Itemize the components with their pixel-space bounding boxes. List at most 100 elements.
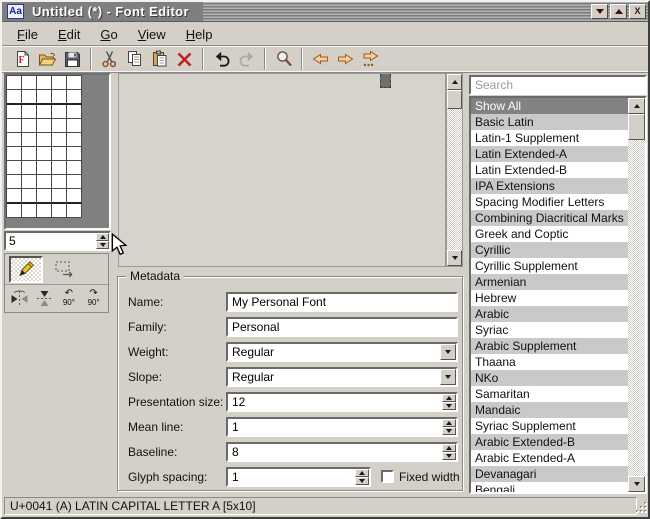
delete-button[interactable] [172, 47, 197, 71]
spin-down-button[interactable] [442, 452, 456, 460]
resize-grip[interactable] [636, 501, 648, 515]
spin-up-button[interactable] [442, 444, 456, 452]
block-list-item[interactable]: Mandaic [471, 402, 628, 418]
pencil-tool-button[interactable] [9, 256, 43, 283]
spin-down-button[interactable] [442, 402, 456, 410]
glyph-grid-cell[interactable] [22, 119, 37, 133]
glyph-grid-cell[interactable] [7, 105, 22, 119]
weight-dropdown[interactable] [226, 342, 458, 362]
glyph-grid-cell[interactable] [52, 76, 67, 90]
glyph-grid-cell[interactable] [67, 105, 82, 119]
glyph-grid-cell[interactable] [52, 175, 67, 189]
block-list-item[interactable]: Arabic Supplement [471, 338, 628, 354]
save-button[interactable] [60, 47, 85, 71]
glyph-grid-cell[interactable] [7, 133, 22, 147]
spin-down-button[interactable] [96, 241, 109, 249]
glyph-grid-cell[interactable] [52, 119, 67, 133]
glyph-grid-cell[interactable] [22, 204, 37, 218]
mean-line-field[interactable] [228, 419, 456, 435]
canvas-vertical-scrollbar[interactable] [446, 73, 463, 267]
glyph-grid-cell[interactable] [67, 147, 82, 161]
glyph-grid-cell[interactable] [7, 119, 22, 133]
name-field[interactable] [228, 294, 456, 310]
glyph-grid-cell[interactable] [37, 147, 52, 161]
title-bar[interactable]: Aa Untitled (*) - Font Editor X [2, 2, 648, 22]
glyph-grid-cell[interactable] [67, 119, 82, 133]
glyph-grid-cell[interactable] [7, 175, 22, 189]
spin-up-button[interactable] [442, 419, 456, 427]
glyph-grid-cell[interactable] [22, 189, 37, 204]
block-list-item[interactable]: Arabic Extended-B [471, 434, 628, 450]
menu-item-edit[interactable]: Edit [48, 25, 90, 44]
undo-button[interactable] [209, 47, 234, 71]
glyph-grid-cell[interactable] [7, 161, 22, 175]
spin-down-button[interactable] [355, 477, 369, 485]
block-list-item[interactable]: Cyrillic Supplement [471, 258, 628, 274]
block-list-item[interactable]: Show All [471, 98, 628, 114]
glyph-grid-cell[interactable] [52, 105, 67, 119]
baseline-field[interactable] [228, 444, 456, 460]
open-button[interactable] [35, 47, 60, 71]
block-list-item[interactable]: Samaritan [471, 386, 628, 402]
glyph-grid-cell[interactable] [7, 90, 22, 105]
scrollbar-thumb[interactable] [628, 114, 645, 140]
cut-button[interactable] [97, 47, 122, 71]
weight-value[interactable] [228, 344, 456, 360]
block-list-item[interactable]: Devanagari [471, 466, 628, 482]
weight-dropdown-button[interactable] [440, 344, 456, 360]
block-list-item[interactable]: Basic Latin [471, 114, 628, 130]
goto-button[interactable] [358, 47, 383, 71]
glyph-grid-cell[interactable] [67, 204, 82, 218]
block-list-item[interactable]: Greek and Coptic [471, 226, 628, 242]
slope-dropdown-button[interactable] [440, 369, 456, 385]
block-list-item[interactable]: Latin Extended-B [471, 162, 628, 178]
slope-dropdown[interactable] [226, 367, 458, 387]
glyph-grid-cell[interactable] [7, 76, 22, 90]
glyph-grid-cell[interactable] [67, 175, 82, 189]
glyph-grid-cell[interactable] [7, 189, 22, 204]
spin-up-button[interactable] [96, 233, 109, 241]
glyph-grid-cell[interactable] [67, 90, 82, 105]
glyph-grid-cell[interactable] [37, 161, 52, 175]
zoom-button[interactable] [271, 47, 296, 71]
glyph-grid-cell[interactable] [67, 161, 82, 175]
slope-value[interactable] [228, 369, 456, 385]
back-button[interactable] [308, 47, 333, 71]
glyph-grid-cell[interactable] [37, 119, 52, 133]
paste-button[interactable] [147, 47, 172, 71]
block-list-item[interactable]: Armenian [471, 274, 628, 290]
glyph-grid-cell[interactable] [37, 76, 52, 90]
block-list-item[interactable]: NKo [471, 370, 628, 386]
rotate-left-button[interactable]: ↶ 90° [57, 285, 82, 311]
glyph-grid-cell[interactable] [7, 147, 22, 161]
block-list-item[interactable]: Arabic [471, 306, 628, 322]
glyph-grid-cell[interactable] [37, 189, 52, 204]
family-field[interactable] [228, 319, 456, 335]
redo-button[interactable] [234, 47, 259, 71]
glyph-grid-cell[interactable] [22, 90, 37, 105]
glyph-grid-cell[interactable] [67, 76, 82, 90]
presentation-size-field[interactable] [228, 394, 456, 410]
glyph-grid-cell[interactable] [52, 133, 67, 147]
scrollbar-thumb[interactable] [447, 90, 462, 109]
copy-button[interactable] [122, 47, 147, 71]
spin-up-button[interactable] [355, 469, 369, 477]
block-list-item[interactable]: Combining Diacritical Marks [471, 210, 628, 226]
block-list-item[interactable]: Cyrillic [471, 242, 628, 258]
selection-tool-button[interactable] [51, 256, 79, 282]
new-button[interactable]: F [10, 47, 35, 71]
scroll-down-button[interactable] [447, 250, 462, 266]
glyph-grid-cell[interactable] [67, 133, 82, 147]
spin-down-button[interactable] [442, 427, 456, 435]
selected-glyph-marker[interactable] [380, 74, 391, 88]
rotate-right-button[interactable]: ↷ 90° [81, 285, 106, 311]
glyph-spacing-field[interactable] [228, 469, 369, 485]
glyph-grid-cell[interactable] [22, 175, 37, 189]
glyph-grid-cell[interactable] [37, 204, 52, 218]
block-list-item[interactable]: Syriac [471, 322, 628, 338]
glyph-grid-cell[interactable] [37, 90, 52, 105]
block-list-item[interactable]: Latin Extended-A [471, 146, 628, 162]
spin-up-button[interactable] [442, 394, 456, 402]
scroll-up-button[interactable] [628, 98, 645, 114]
list-vertical-scrollbar[interactable] [628, 98, 645, 492]
